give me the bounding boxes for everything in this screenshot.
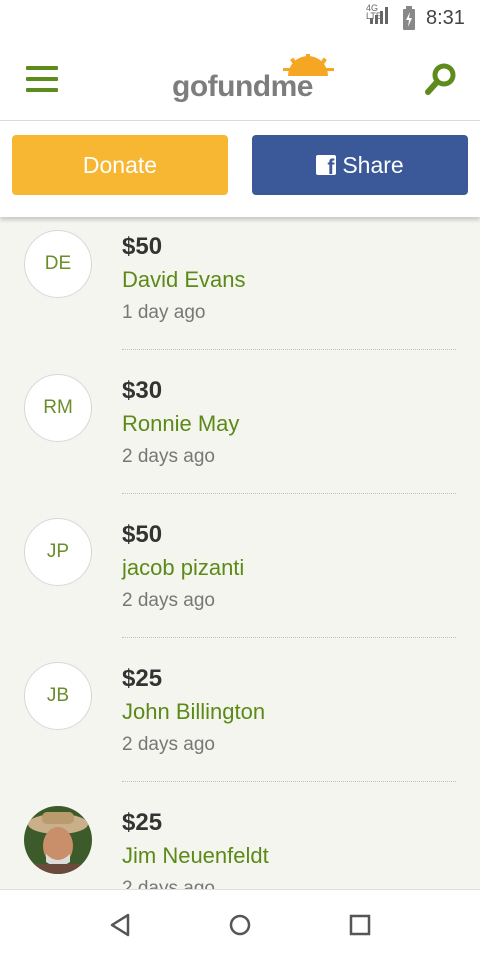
donation-amount: $50 xyxy=(122,233,163,260)
donation-time: 1 day ago xyxy=(122,302,206,323)
share-button[interactable]: f Share xyxy=(252,135,468,195)
donate-label: Donate xyxy=(82,151,158,178)
battery-charging-icon xyxy=(403,6,415,30)
donation-item: $25 Jim Neuenfeldt 2 days ago xyxy=(0,793,480,889)
facebook-icon: f xyxy=(316,155,337,178)
avatar: RM xyxy=(24,374,92,442)
logo-text: gofundme xyxy=(172,70,313,103)
status-bar: 4G LTE 8:31 xyxy=(0,0,480,38)
search-icon[interactable] xyxy=(424,62,458,96)
divider xyxy=(122,349,456,350)
avatar-photo xyxy=(24,806,92,874)
donation-item: JP $50 jacob pizanti 2 days ago xyxy=(0,505,480,649)
donation-amount: $25 xyxy=(122,809,163,836)
donate-button[interactable]: Donate xyxy=(12,135,228,195)
divider xyxy=(122,781,456,782)
menu-icon[interactable] xyxy=(26,66,58,92)
avatar: JB xyxy=(24,662,92,730)
system-nav-bar xyxy=(0,889,480,961)
donation-amount: $25 xyxy=(122,665,163,692)
donation-amount: $50 xyxy=(122,521,163,548)
nav-back-icon[interactable] xyxy=(108,912,132,938)
donor-name[interactable]: Jim Neuenfeldt xyxy=(122,843,269,869)
avatar: DE xyxy=(24,230,92,298)
divider xyxy=(122,493,456,494)
avatar: JP xyxy=(24,518,92,586)
donation-item: DE $50 David Evans 1 day ago xyxy=(0,217,480,361)
donor-name[interactable]: jacob pizanti xyxy=(122,555,244,581)
donation-time: 2 days ago xyxy=(122,446,215,467)
action-bar: Donate f Share xyxy=(0,121,480,217)
share-label: Share xyxy=(342,151,404,178)
donation-item: JB $25 John Billington 2 days ago xyxy=(0,649,480,793)
nav-home-icon[interactable] xyxy=(228,912,252,938)
donation-time: 2 days ago xyxy=(122,590,215,611)
donation-item: RM $30 Ronnie May 2 days ago xyxy=(0,361,480,505)
donations-list[interactable]: DE $50 David Evans 1 day ago RM $30 Ronn… xyxy=(0,217,480,889)
signal-icon xyxy=(370,7,388,24)
divider xyxy=(122,637,456,638)
donation-time: 2 days ago xyxy=(122,734,215,755)
donation-amount: $30 xyxy=(122,377,163,404)
donor-name[interactable]: David Evans xyxy=(122,267,246,293)
gofundme-logo[interactable]: gofundme xyxy=(170,54,340,104)
donation-time: 2 days ago xyxy=(122,878,215,889)
app-header: gofundme xyxy=(0,38,480,121)
donor-name[interactable]: Ronnie May xyxy=(122,411,239,437)
donor-name[interactable]: John Billington xyxy=(122,699,265,725)
clock: 8:31 xyxy=(426,7,465,29)
nav-recent-icon[interactable] xyxy=(349,912,371,938)
